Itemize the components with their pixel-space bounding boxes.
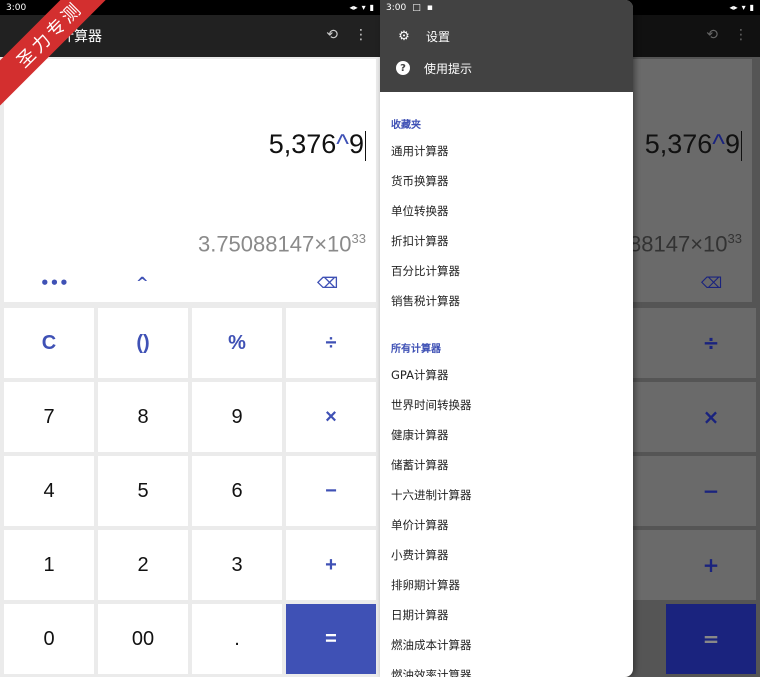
- backspace-icon[interactable]: ⌫: [317, 274, 338, 292]
- clear-button[interactable]: C: [4, 308, 94, 378]
- history-icon: ⟲: [706, 27, 718, 43]
- calculator-item[interactable]: 储蓄计算器: [380, 450, 633, 480]
- dimmed-status-icons: ◂▸ ▾ ▮: [730, 3, 754, 12]
- dimmed-multiply-key: ×: [666, 382, 756, 452]
- drawer-header: 3:00 □ ▪ ⚙ 设置 ? 使用提示: [380, 0, 633, 92]
- tips-menu-item[interactable]: ? 使用提示: [380, 52, 633, 84]
- expression-base: 5,376: [268, 129, 337, 159]
- expression-operator: ^: [336, 129, 349, 159]
- expression-exponent: 9: [348, 129, 364, 159]
- digit-9-button[interactable]: 9: [192, 382, 282, 452]
- calculator-item[interactable]: 燃油效率计算器: [380, 660, 633, 677]
- digit-7-button[interactable]: 7: [4, 382, 94, 452]
- dimmed-expression-exponent: 9: [724, 129, 740, 159]
- digit-3-button[interactable]: 3: [192, 530, 282, 600]
- navigation-drawer: 3:00 □ ▪ ⚙ 设置 ? 使用提示 收藏夹 通用计算器 货币换算器 单位转…: [380, 0, 633, 677]
- calculator-item[interactable]: 世界时间转换器: [380, 390, 633, 420]
- history-icon[interactable]: ⟲: [326, 27, 338, 43]
- more-functions-button[interactable]: •••: [40, 274, 69, 292]
- dimmed-divide-key: ÷: [666, 308, 756, 378]
- double-zero-button[interactable]: 00: [98, 604, 188, 674]
- all-calculators-header: 所有计算器: [391, 344, 441, 355]
- calculator-item[interactable]: 燃油成本计算器: [380, 630, 633, 660]
- sim-icon: ▪: [426, 2, 433, 13]
- calculator-item[interactable]: 小费计算器: [380, 540, 633, 570]
- gear-icon: ⚙: [398, 28, 410, 44]
- dimmed-expression-base: 5,376: [644, 129, 713, 159]
- keypad: C () % ÷ 7 8 9 × 4 5 6 − 1 2 3 + 0 00 . …: [4, 308, 376, 674]
- digit-0-button[interactable]: 0: [4, 604, 94, 674]
- result-preview: 3.75088147×1033: [198, 231, 366, 257]
- signal-icon: ◂▸: [729, 3, 738, 12]
- all-calculators-list: GPA计算器 世界时间转换器 健康计算器 储蓄计算器 十六进制计算器 单价计算器…: [380, 360, 633, 677]
- overflow-menu-icon: ⋮: [734, 27, 748, 43]
- status-icons: ◂▸ ▾ ▮: [350, 3, 374, 12]
- tips-label: 使用提示: [424, 61, 473, 76]
- add-button[interactable]: +: [286, 530, 376, 600]
- digit-1-button[interactable]: 1: [4, 530, 94, 600]
- favorites-list: 通用计算器 货币换算器 单位转换器 折扣计算器 百分比计算器 销售税计算器: [380, 136, 633, 316]
- result-mantissa: 3.75088147×10: [197, 231, 352, 257]
- settings-menu-item[interactable]: ⚙ 设置: [380, 20, 633, 52]
- dimmed-expression: 5,376^9: [645, 129, 742, 161]
- settings-label: 设置: [426, 29, 451, 44]
- favorite-item[interactable]: 单位转换器: [380, 196, 633, 226]
- favorite-item[interactable]: 百分比计算器: [380, 256, 633, 286]
- calculator-item[interactable]: 十六进制计算器: [380, 480, 633, 510]
- notification-icon: □: [412, 2, 421, 13]
- calculator-item[interactable]: GPA计算器: [380, 360, 633, 390]
- expression[interactable]: 5,376^9: [269, 129, 366, 161]
- calculator-screen: 3:00 ◂▸ ▾ ▮ 计算器 ⟲ ⋮ 5,376^9 3.75088147×103…: [0, 0, 380, 677]
- dimmed-backspace-icon: ⌫: [701, 274, 723, 292]
- dimmed-result-exponent: 33: [727, 231, 742, 246]
- favorite-item[interactable]: 折扣计算器: [380, 226, 633, 256]
- calculator-item[interactable]: 单价计算器: [380, 510, 633, 540]
- dimmed-add-key: +: [666, 530, 756, 600]
- drawer-status-bar: 3:00 □ ▪: [380, 0, 633, 15]
- power-button[interactable]: ^: [136, 274, 149, 292]
- dimmed-result-mantissa: 88147×10: [629, 231, 728, 257]
- function-row: ••• ^ ⌫: [4, 274, 376, 296]
- digit-8-button[interactable]: 8: [98, 382, 188, 452]
- calculator-display: 5,376^9 3.75088147×1033 ••• ^ ⌫: [4, 59, 376, 302]
- digit-2-button[interactable]: 2: [98, 530, 188, 600]
- dimmed-text-cursor: [741, 130, 742, 161]
- calculator-item[interactable]: 健康计算器: [380, 420, 633, 450]
- decimal-button[interactable]: .: [192, 604, 282, 674]
- calculator-item[interactable]: 日期计算器: [380, 600, 633, 630]
- favorite-item[interactable]: 货币换算器: [380, 166, 633, 196]
- calculator-item[interactable]: 排卵期计算器: [380, 570, 633, 600]
- percent-button[interactable]: %: [192, 308, 282, 378]
- digit-5-button[interactable]: 5: [98, 456, 188, 526]
- digit-4-button[interactable]: 4: [4, 456, 94, 526]
- dimmed-result: 88147×1033: [629, 231, 742, 257]
- signal-icon: ◂▸: [349, 3, 358, 12]
- digit-6-button[interactable]: 6: [192, 456, 282, 526]
- favorite-item[interactable]: 通用计算器: [380, 136, 633, 166]
- parentheses-button[interactable]: (): [98, 308, 188, 378]
- dimmed-subtract-key: −: [666, 456, 756, 526]
- multiply-button[interactable]: ×: [286, 382, 376, 452]
- wifi-icon: ▾: [741, 3, 746, 12]
- dimmed-equals-key: =: [666, 604, 756, 674]
- text-cursor: [365, 130, 366, 161]
- favorite-item[interactable]: 销售税计算器: [380, 286, 633, 316]
- subtract-button[interactable]: −: [286, 456, 376, 526]
- favorites-header: 收藏夹: [391, 120, 421, 131]
- equals-button[interactable]: =: [286, 604, 376, 674]
- dimmed-expression-operator: ^: [712, 129, 725, 159]
- status-time: 3:00: [6, 2, 27, 13]
- overflow-menu-icon[interactable]: ⋮: [354, 27, 368, 43]
- wifi-icon: ▾: [361, 3, 366, 12]
- battery-icon: ▮: [369, 3, 374, 12]
- drawer-status-time: 3:00: [386, 2, 407, 13]
- divide-button[interactable]: ÷: [286, 308, 376, 378]
- battery-icon: ▮: [749, 3, 754, 12]
- result-exponent: 33: [351, 231, 366, 246]
- help-icon: ?: [396, 61, 410, 75]
